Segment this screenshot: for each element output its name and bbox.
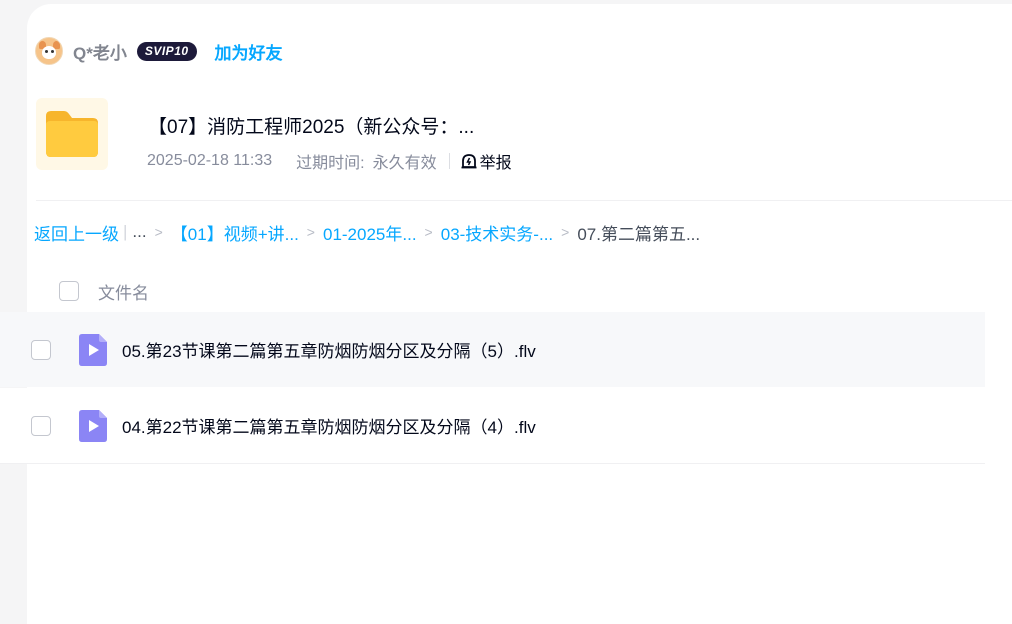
- breadcrumb-ellipsis[interactable]: ...: [132, 222, 146, 242]
- breadcrumb-separator: >: [561, 224, 570, 240]
- folder-meta: 2025-02-18 11:33 过期时间: 永久有效 举报: [147, 149, 512, 173]
- column-filename: 文件名: [98, 283, 149, 303]
- breadcrumb-separator: >: [424, 224, 433, 240]
- sharer-info: Q*老小 SVIP10 加为好友: [35, 36, 283, 66]
- breadcrumb-current: 07.第二篇第五...: [577, 224, 701, 244]
- table-row[interactable]: 05.第23节课第二篇第五章防烟防烟分区及分隔（5）.flv: [0, 312, 985, 387]
- add-friend-button[interactable]: 加为好友: [215, 39, 283, 64]
- breadcrumb-item[interactable]: 01-2025年...: [323, 220, 417, 245]
- meta-divider: [448, 153, 450, 169]
- expire-value: 永久有效: [372, 155, 437, 172]
- select-all-checkbox[interactable]: [59, 281, 79, 301]
- file-name[interactable]: 04.第22节课第二篇第五章防烟防烟分区及分隔（4）.flv: [122, 413, 536, 438]
- sharer-name[interactable]: Q*老小: [73, 39, 127, 64]
- breadcrumb-separator: >: [306, 224, 315, 240]
- svip-badge: SVIP10: [136, 41, 197, 61]
- breadcrumb-separator: >: [154, 224, 163, 240]
- file-name[interactable]: 05.第23节课第二篇第五章防烟防烟分区及分隔（5）.flv: [122, 337, 536, 362]
- breadcrumb-item[interactable]: 【01】视频+讲...: [171, 220, 299, 245]
- report-label: 举报: [479, 155, 512, 172]
- share-date: 2025-02-18 11:33: [147, 152, 273, 169]
- divider: [36, 200, 1012, 201]
- video-file-icon: [79, 409, 107, 442]
- breadcrumb-bar: |: [123, 222, 128, 241]
- report-icon: [461, 154, 477, 169]
- avatar[interactable]: [35, 37, 63, 65]
- row-checkbox[interactable]: [31, 339, 51, 360]
- row-checkbox[interactable]: [31, 415, 51, 436]
- breadcrumb: 返回上一级 | ... > 【01】视频+讲... > 01-2025年... …: [34, 220, 700, 244]
- back-link[interactable]: 返回上一级: [34, 220, 119, 245]
- report-button[interactable]: 举报: [460, 149, 512, 173]
- table-header: 文件名: [33, 278, 149, 304]
- breadcrumb-item[interactable]: 03-技术实务-...: [441, 220, 553, 245]
- expire-label: 过期时间:: [296, 155, 365, 172]
- folder-title: 【07】消防工程师2025（新公众号：...: [148, 117, 475, 138]
- video-file-icon: [79, 333, 107, 366]
- folder-icon: [36, 98, 108, 170]
- table-row[interactable]: 04.第22节课第二篇第五章防烟防烟分区及分隔（4）.flv: [0, 388, 985, 464]
